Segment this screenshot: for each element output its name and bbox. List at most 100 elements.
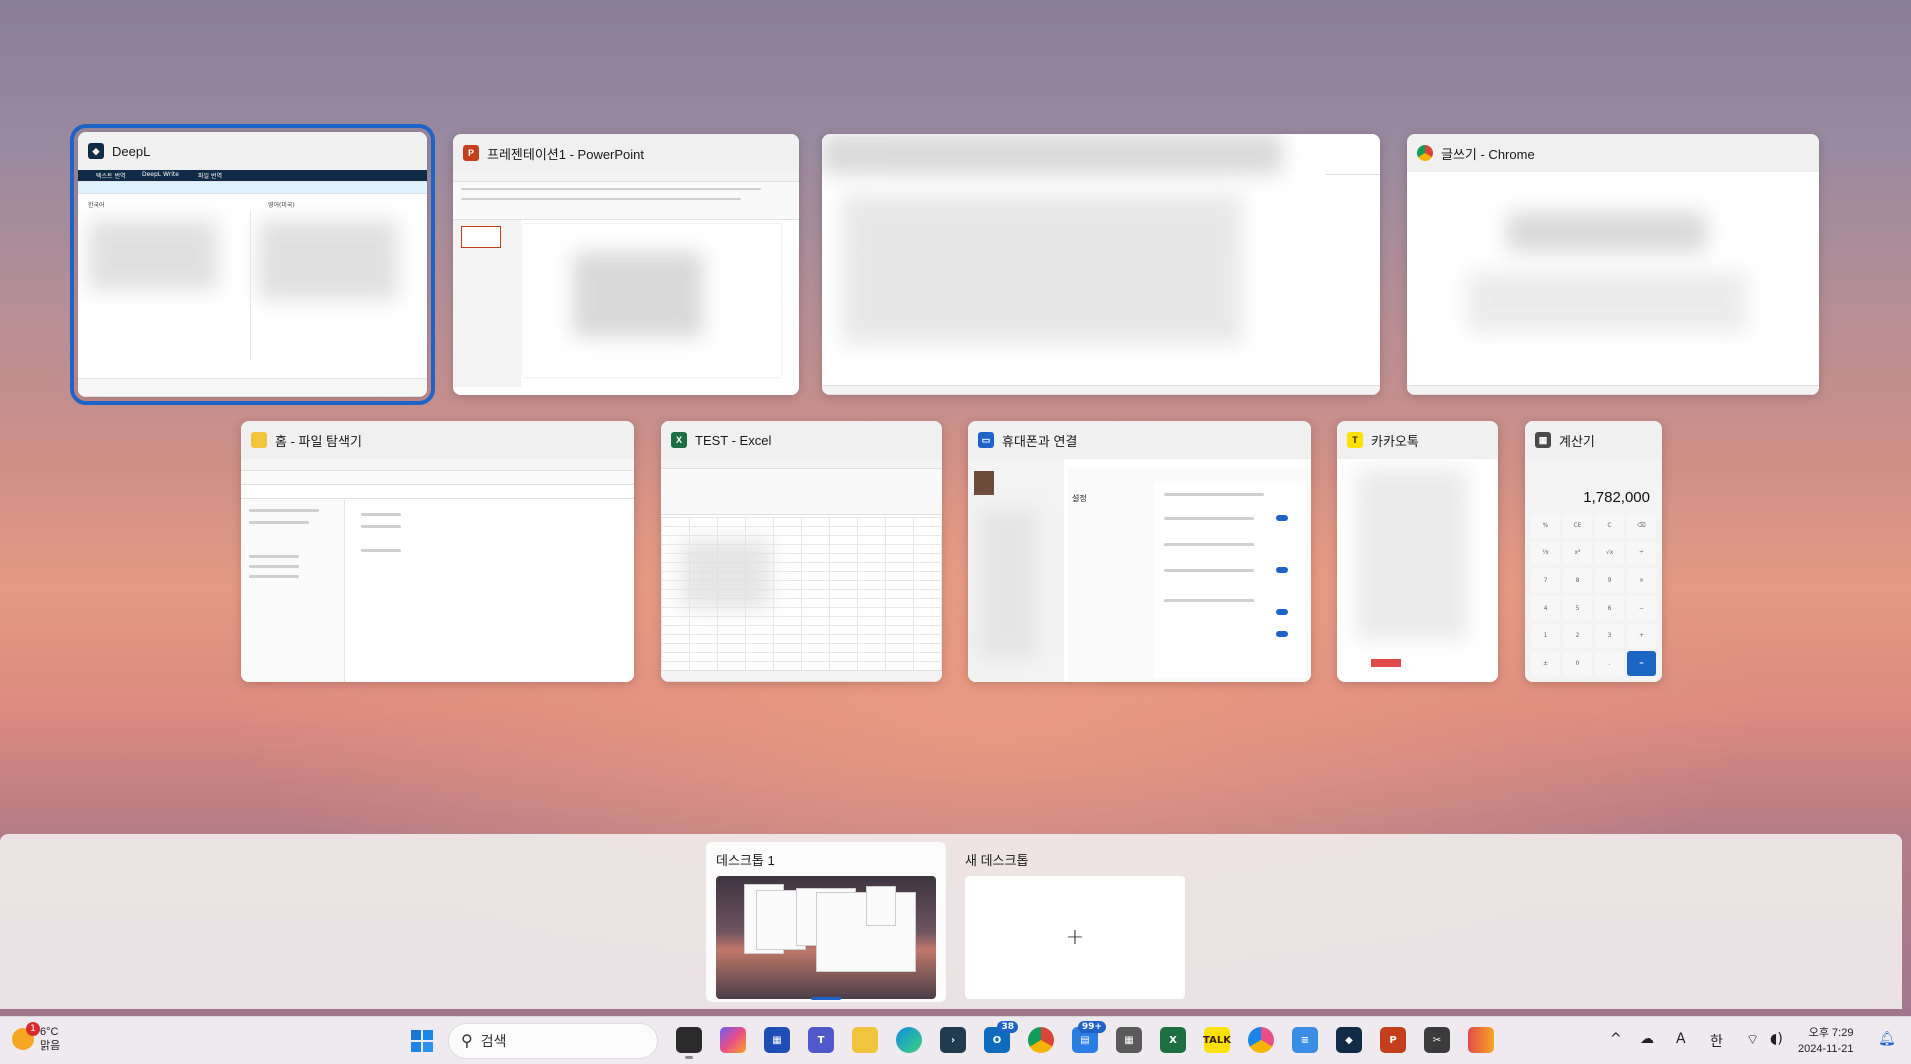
teams-icon[interactable]: T [808,1027,834,1053]
calc-key: ± [1531,651,1560,676]
calc-key: 7 [1531,568,1560,593]
clock-time: 오후 7:29 [1808,1027,1854,1039]
excel-icon[interactable]: X [1160,1027,1186,1053]
calc-key: CE [1563,513,1592,538]
phone-link-icon: ▭ [978,432,994,448]
calc-key: 5 [1563,595,1592,621]
deepl-icon[interactable]: ◆ [1336,1027,1362,1053]
start-button[interactable] [410,1029,434,1053]
deepl-tab-write: DeepL Write [142,171,179,178]
calc-key: . [1595,651,1624,676]
window-chrome[interactable]: 글쓰기 - Chrome [1407,134,1819,395]
copilot-icon[interactable] [720,1027,746,1053]
settings-heading: 설정 [1072,494,1087,503]
calc-key: 2 [1563,623,1592,649]
chrome-alt-icon[interactable] [1248,1027,1274,1053]
window-preview: 텍스트 번역 DeepL Write 파일 번역 한국어 영어(미국) [78,170,427,397]
window-preview [822,134,1380,395]
calc-key: % [1531,513,1560,538]
search-icon: ⚲ [461,1033,473,1050]
window-powerpoint[interactable]: P 프레젠테이션1 - PowerPoint [453,134,799,395]
powerpoint-icon: P [463,145,479,161]
window-file-explorer[interactable]: 홈 - 파일 탐색기 [241,421,634,682]
virtual-desktops-panel: 데스크톱 1 새 데스크톱 + [0,834,1902,1009]
taskbar-search[interactable]: ⚲ 검색 [448,1023,658,1059]
window-title: TEST - Excel [695,432,772,448]
notification-bell-icon[interactable]: 🔔︎ [1878,1031,1896,1047]
deepl-tab-files: 파일 번역 [198,173,222,180]
weather-condition: 맑음 [40,1040,61,1052]
weather-badge: 1 [26,1022,40,1036]
planner-badge: 99+ [1077,1021,1106,1033]
window-excel[interactable]: X TEST - Excel [661,421,942,682]
ime-mode[interactable]: A [1676,1031,1686,1047]
add-desktop[interactable]: + [965,876,1185,999]
calculator-icon[interactable]: ▦ [1116,1027,1142,1053]
search-placeholder: 검색 [480,1033,507,1049]
window-title: 홈 - 파일 탐색기 [275,433,362,449]
desktop-label: 새 데스크톱 [965,853,1029,868]
deepl-source-lang: 한국어 [88,202,105,209]
desktop-1[interactable]: 데스크톱 1 [706,842,946,1002]
excel-icon: X [671,432,687,448]
window-blurred[interactable] [822,134,1380,395]
calc-key: × [1627,568,1656,593]
calc-key: 1 [1531,623,1560,649]
calc-key: C [1595,513,1624,538]
window-preview [1337,459,1498,682]
powerpoint-icon[interactable]: P [1380,1027,1406,1053]
deepl-icon: ◆ [88,143,104,159]
edge-icon[interactable] [896,1027,922,1053]
terminal-icon[interactable]: › [940,1027,966,1053]
desktop-thumbnail [716,876,936,999]
chrome-icon [1417,145,1433,161]
deepl-target-lang: 영어(미국) [268,202,295,209]
window-title: 글쓰기 - Chrome [1441,146,1535,162]
notepad-icon[interactable]: ≡ [1292,1027,1318,1053]
app-icon[interactable] [1468,1027,1494,1053]
window-preview [1407,172,1819,395]
wifi-icon[interactable]: ⌔ [1746,1031,1759,1049]
window-deepl[interactable]: ◆ DeepL 텍스트 번역 DeepL Write 파일 번역 한국어 영어(… [70,124,435,405]
kakaotalk-icon[interactable]: TALK [1203,1027,1231,1053]
current-desktop-indicator [811,997,841,1000]
calc-key: 0 [1563,651,1592,676]
window-phone-link[interactable]: ▭ 휴대폰과 연결 설정 [968,421,1311,682]
chevron-up-icon[interactable]: ^ [1610,1031,1622,1047]
planner-icon[interactable]: ▤ 99+ [1072,1021,1106,1053]
chrome-icon[interactable] [1028,1027,1054,1053]
new-desktop-button[interactable]: 새 데스크톱 + [955,842,1185,1002]
weather-widget[interactable]: 1 6°C 맑음 [12,1022,61,1053]
snipping-tool-icon[interactable]: ✂ [1424,1027,1450,1053]
calc-key: ⌫ [1627,513,1656,538]
calc-key: + [1627,623,1656,649]
calculator-icon: ▦ [1535,432,1551,448]
weather-temp: 6°C [40,1026,59,1038]
calc-key: x² [1563,540,1592,566]
window-preview [241,459,634,682]
window-title: 휴대폰과 연결 [1002,433,1078,449]
desktop-label: 데스크톱 1 [716,853,775,868]
task-view-icon[interactable] [676,1027,702,1059]
calc-key: ⅟x [1531,540,1560,566]
calc-key: ÷ [1627,540,1656,566]
teams-badge: 38 [997,1021,1018,1033]
window-preview [661,459,942,682]
onedrive-icon[interactable]: ☁ [1640,1031,1654,1047]
calc-key: 6 [1595,595,1624,621]
clock[interactable]: 오후 7:29 2024-11-21 [1798,1025,1853,1057]
volume-icon[interactable]: ◖) [1770,1031,1783,1047]
store-icon[interactable]: ▦ [764,1027,790,1053]
calc-key: = [1627,651,1656,676]
calculator-display: 1,782,000 [1583,489,1650,506]
file-explorer-icon[interactable] [852,1027,878,1053]
plus-icon: + [1065,925,1085,950]
outlook-icon[interactable]: O 38 [984,1021,1018,1053]
calculator-keypad: % CE C ⌫ ⅟x x² √x ÷ 7 8 9 × 4 5 6 − 1 2 … [1531,513,1656,676]
calc-key: √x [1595,540,1624,566]
calc-key: 8 [1563,568,1592,593]
window-title: 계산기 [1559,433,1595,449]
ime-language[interactable]: 한 [1710,1031,1723,1051]
window-calculator[interactable]: ▦ 계산기 1,782,000 % CE C ⌫ ⅟x x² √x ÷ 7 8 … [1525,421,1662,682]
window-kakaotalk[interactable]: T 카카오톡 [1337,421,1498,682]
